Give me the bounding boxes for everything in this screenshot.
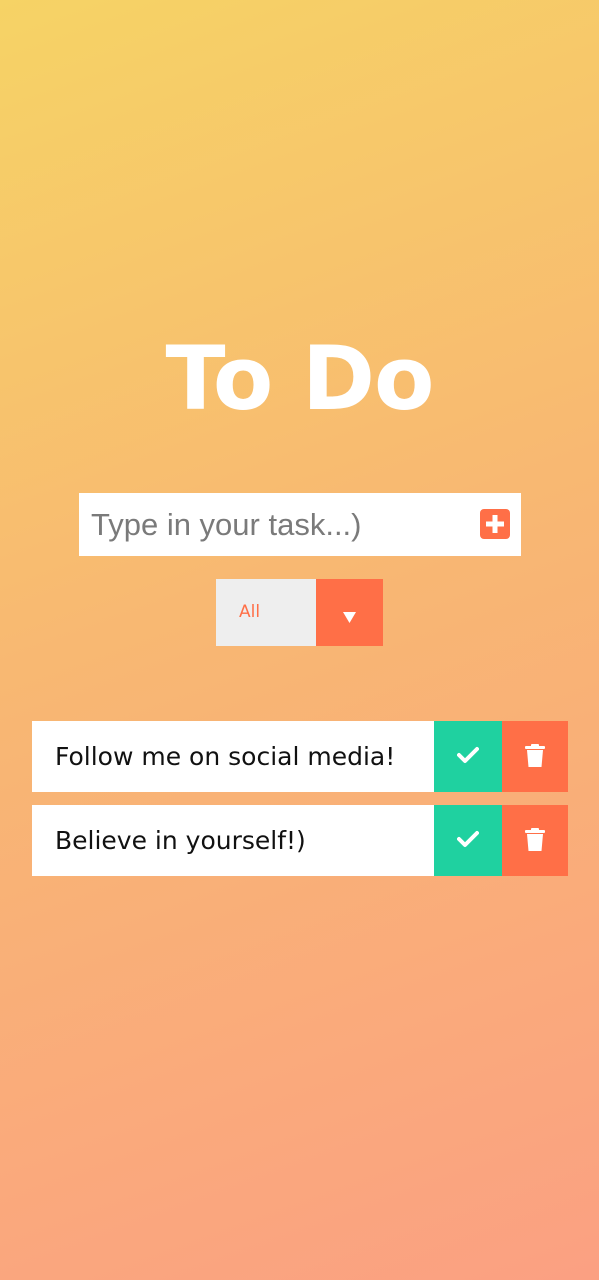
check-icon: [457, 831, 479, 847]
triangle-down-icon: [343, 612, 356, 623]
complete-button[interactable]: [434, 721, 502, 792]
check-icon: [457, 747, 479, 763]
todo-item: Follow me on social media!: [32, 721, 568, 792]
plus-square-icon: [486, 515, 504, 533]
filter-selected-value[interactable]: All: [216, 579, 316, 646]
page-title: To Do: [165, 326, 435, 430]
todo-item: Believe in yourself!): [32, 805, 568, 876]
todo-app: To Do All Follow me on social media!: [0, 0, 599, 1280]
task-form: [79, 493, 521, 556]
add-task-button[interactable]: [480, 509, 510, 539]
trash-icon: [525, 744, 545, 767]
delete-button[interactable]: [502, 805, 568, 876]
todo-list: Follow me on social media! Believe in yo…: [32, 721, 568, 889]
delete-button[interactable]: [502, 721, 568, 792]
trash-icon: [525, 828, 545, 851]
todo-text: Follow me on social media!: [55, 742, 396, 771]
filter-dropdown-button[interactable]: [316, 579, 383, 646]
complete-button[interactable]: [434, 805, 502, 876]
filter-select[interactable]: All: [216, 579, 383, 646]
todo-text: Believe in yourself!): [55, 826, 306, 855]
task-input[interactable]: [79, 493, 459, 556]
